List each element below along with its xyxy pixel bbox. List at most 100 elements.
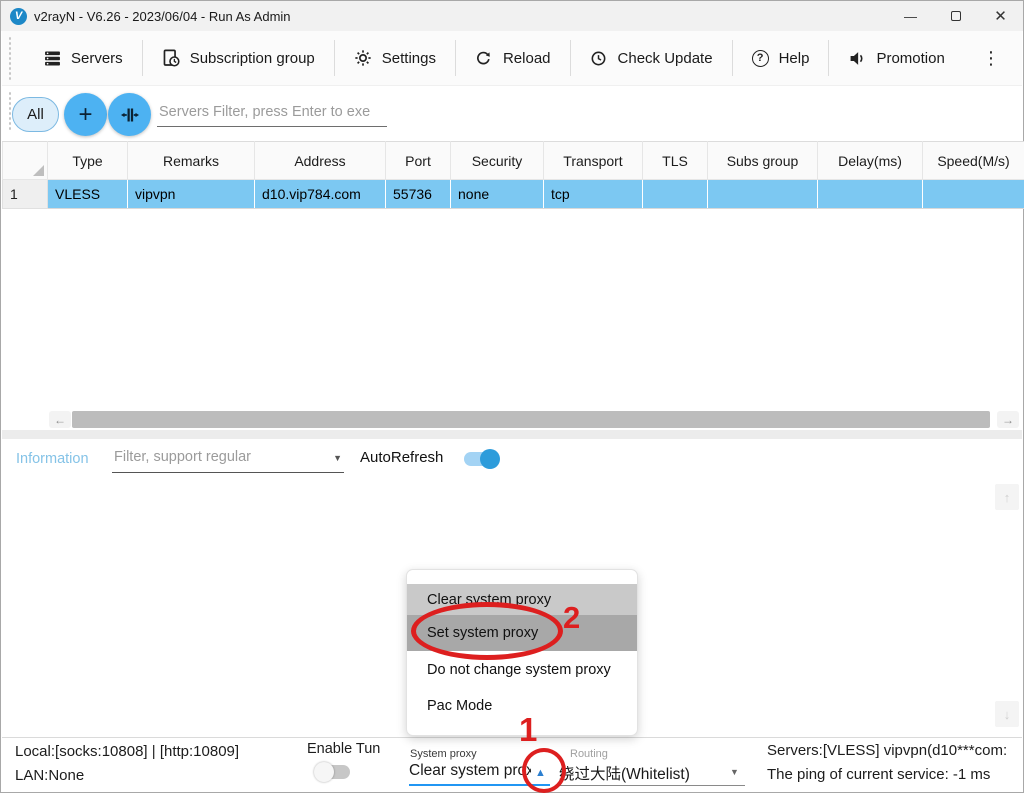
chevron-down-icon[interactable]: ▼ bbox=[730, 767, 739, 777]
cell-security[interactable]: none bbox=[451, 180, 544, 209]
group-all-button[interactable]: All bbox=[12, 97, 59, 132]
cell-subs-group[interactable] bbox=[708, 180, 818, 209]
local-ports-text: Local:[socks:10808] | [http:10809] bbox=[15, 743, 239, 760]
check-update-button[interactable]: Check Update bbox=[573, 40, 730, 76]
kebab-menu-icon[interactable]: ⋮ bbox=[972, 44, 1010, 73]
tab-information[interactable]: Information bbox=[16, 451, 89, 467]
subscription-group-label: Subscription group bbox=[190, 50, 315, 67]
reload-button[interactable]: Reload bbox=[458, 40, 568, 76]
col-header-tls[interactable]: TLS bbox=[643, 142, 708, 180]
toolbar-gripper[interactable] bbox=[8, 36, 12, 80]
subscription-group-button[interactable]: Subscription group bbox=[145, 40, 332, 76]
autorefresh-toggle[interactable] bbox=[464, 452, 498, 466]
current-server-text: Servers:[VLESS] vipvpn(d10***com: bbox=[767, 742, 1007, 759]
window-title: v2rayN - V6.26 - 2023/06/04 - Run As Adm… bbox=[34, 9, 291, 24]
scroll-right-icon[interactable]: → bbox=[997, 411, 1019, 428]
autorefresh-label: AutoRefresh bbox=[360, 449, 443, 466]
servers-filter-input[interactable] bbox=[157, 102, 387, 126]
info-filter-field: ▼ bbox=[112, 445, 344, 473]
col-header-speed[interactable]: Speed(M/s) bbox=[923, 142, 1024, 180]
cell-transport[interactable]: tcp bbox=[544, 180, 643, 209]
servers-filter-field bbox=[157, 102, 387, 127]
cell-delay[interactable] bbox=[818, 180, 923, 209]
v2rayn-logo-icon: V bbox=[10, 8, 27, 25]
col-header-remarks[interactable]: Remarks bbox=[128, 142, 255, 180]
promotion-icon bbox=[848, 49, 866, 67]
toolbar-separator bbox=[142, 40, 143, 76]
toolbar-separator bbox=[455, 40, 456, 76]
check-update-label: Check Update bbox=[618, 50, 713, 67]
column-adjust-button[interactable] bbox=[108, 93, 151, 136]
add-group-button[interactable]: + bbox=[64, 93, 107, 136]
system-proxy-label: System proxy bbox=[410, 748, 477, 760]
help-icon: ? bbox=[752, 50, 769, 67]
annotation-circle-step1 bbox=[522, 748, 566, 793]
promotion-label: Promotion bbox=[876, 50, 944, 67]
server-filter-bar: All + bbox=[2, 86, 1022, 141]
toolbar-separator bbox=[732, 40, 733, 76]
col-header-type[interactable]: Type bbox=[48, 142, 128, 180]
status-bar: Local:[socks:10808] | [http:10809] LAN:N… bbox=[2, 737, 1022, 791]
col-header-port[interactable]: Port bbox=[386, 142, 451, 180]
help-label: Help bbox=[779, 50, 810, 67]
annotation-ellipse-step2 bbox=[411, 602, 563, 660]
col-header-delay[interactable]: Delay(ms) bbox=[818, 142, 923, 180]
scroll-up-button[interactable]: ↑ bbox=[995, 484, 1019, 510]
main-toolbar: Servers Subscription group Settings Relo… bbox=[2, 31, 1022, 86]
col-header-address[interactable]: Address bbox=[255, 142, 386, 180]
information-bar: Information ▼ AutoRefresh bbox=[2, 442, 1022, 479]
cell-speed[interactable] bbox=[923, 180, 1024, 209]
hscroll-thumb[interactable] bbox=[72, 411, 990, 428]
app-window: V v2rayN - V6.26 - 2023/06/04 - Run As A… bbox=[0, 0, 1024, 793]
ping-text: The ping of current service: -1 ms bbox=[767, 766, 990, 783]
toggle-knob bbox=[314, 762, 334, 782]
cell-type[interactable]: VLESS bbox=[48, 180, 128, 209]
check-update-icon bbox=[590, 49, 608, 67]
cell-port[interactable]: 55736 bbox=[386, 180, 451, 209]
maximize-button[interactable] bbox=[933, 1, 978, 31]
cell-tls[interactable] bbox=[643, 180, 708, 209]
help-button[interactable]: ? Help bbox=[735, 41, 827, 76]
gear-icon bbox=[354, 49, 372, 67]
maximize-icon bbox=[951, 11, 961, 21]
servers-icon bbox=[43, 49, 61, 67]
info-filter-input[interactable] bbox=[112, 445, 320, 472]
row-number[interactable]: 1 bbox=[3, 180, 48, 209]
lan-text: LAN:None bbox=[15, 767, 84, 784]
servers-menu-label: Servers bbox=[71, 50, 123, 67]
settings-button[interactable]: Settings bbox=[337, 40, 453, 76]
minimize-button[interactable]: — bbox=[888, 1, 933, 31]
routing-label: Routing bbox=[570, 748, 608, 760]
col-header-transport[interactable]: Transport bbox=[544, 142, 643, 180]
settings-label: Settings bbox=[382, 50, 436, 67]
subscription-icon bbox=[162, 49, 180, 67]
cell-address[interactable]: d10.vip784.com bbox=[255, 180, 386, 209]
toolbar-separator bbox=[570, 40, 571, 76]
routing-combobox[interactable]: 绕过大陆(Whitelist) bbox=[559, 762, 690, 784]
col-header-subs-group[interactable]: Subs group bbox=[708, 142, 818, 180]
reload-label: Reload bbox=[503, 50, 551, 67]
promotion-button[interactable]: Promotion bbox=[831, 40, 961, 76]
toolbar-separator bbox=[828, 40, 829, 76]
table-header-row: Type Remarks Address Port Security Trans… bbox=[3, 142, 1024, 180]
horizontal-scrollbar[interactable]: ← → bbox=[2, 410, 1022, 429]
corner-triangle-icon bbox=[33, 165, 44, 176]
servers-menu-button[interactable]: Servers bbox=[26, 40, 140, 76]
pane-splitter[interactable] bbox=[2, 430, 1022, 439]
enable-tun-toggle[interactable] bbox=[316, 765, 350, 779]
toolbar-separator bbox=[334, 40, 335, 76]
system-proxy-combobox[interactable]: Clear system prox bbox=[409, 762, 531, 780]
col-header-security[interactable]: Security bbox=[451, 142, 544, 180]
scroll-left-icon[interactable]: ← bbox=[49, 411, 71, 428]
column-adjust-icon bbox=[120, 105, 140, 125]
annotation-number-1: 1 bbox=[519, 711, 537, 749]
close-button[interactable]: ✕ bbox=[978, 1, 1023, 31]
routing-underline bbox=[559, 785, 745, 786]
cell-remarks[interactable]: vipvpn bbox=[128, 180, 255, 209]
select-all-corner[interactable] bbox=[3, 142, 48, 180]
enable-tun-label: Enable Tun bbox=[307, 741, 380, 757]
annotation-number-2: 2 bbox=[563, 600, 580, 636]
scroll-down-button[interactable]: ↓ bbox=[995, 701, 1019, 727]
chevron-down-icon[interactable]: ▼ bbox=[333, 453, 342, 463]
table-row[interactable]: 1 VLESS vipvpn d10.vip784.com 55736 none… bbox=[3, 180, 1024, 209]
